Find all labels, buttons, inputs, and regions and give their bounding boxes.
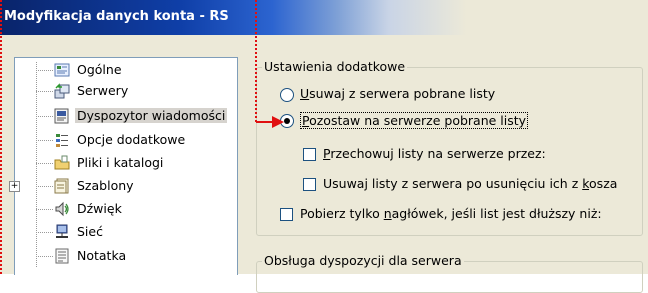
network-icon [56, 224, 68, 238]
note-icon [55, 248, 69, 264]
account-settings-window: Modyfikacja danych konta - RS Ogólne Ser… [0, 0, 648, 293]
category-tree[interactable]: Ogólne Serwery Dyspozytor wiadomości Opc… [9, 57, 238, 275]
tree-branch [36, 70, 53, 71]
tree-item-network[interactable]: Sieć [15, 222, 235, 242]
tree-branch [36, 91, 53, 92]
tree-branch [36, 232, 53, 233]
tree-branch [36, 256, 53, 257]
headers-only-checkbox[interactable] [280, 208, 293, 221]
delete-after-trash-label: Usuwaj listy z serwera po usunięciu ich … [323, 176, 618, 191]
annotation-line-left [0, 0, 2, 274]
tree-item-label: Dyspozytor wiadomości [75, 108, 228, 123]
tree-item-label: Serwery [77, 83, 129, 98]
title-bar[interactable]: Modyfikacja danych konta - RS [0, 0, 648, 35]
sound-icon [55, 201, 69, 217]
store-on-server-label: Przechowuj listy na serwerze przez: [323, 146, 546, 161]
additional-settings-title: Ustawienia dodatkowe [262, 59, 408, 74]
tree-item-dispatcher[interactable]: Dyspozytor wiadomości [15, 106, 235, 126]
tree-branch [36, 163, 53, 164]
tree-item-options[interactable]: Opcje dodatkowe [15, 130, 235, 150]
remove-from-server-label: Usuwaj z serwera pobrane listy [300, 86, 496, 101]
general-icon [54, 63, 70, 77]
store-on-server-checkbox[interactable] [303, 148, 316, 161]
tree-item-note[interactable]: Notatka [15, 246, 235, 266]
tree-item-label: Pliki i katalogi [77, 155, 164, 170]
radio-remove[interactable] [280, 88, 294, 102]
tree-item-sound[interactable]: Dźwięk [15, 199, 235, 219]
folder-icon [54, 155, 70, 170]
annotation-arrow-icon [256, 116, 284, 128]
options-icon [56, 134, 68, 147]
tree-item-files[interactable]: Pliki i katalogi [15, 153, 235, 173]
tree-item-label: Ogólne [77, 62, 122, 77]
templates-icon [54, 178, 69, 194]
tree-item-general[interactable]: Ogólne [15, 60, 235, 80]
tree-item-servers[interactable]: Serwery [15, 81, 235, 101]
tree-item-label: Notatka [77, 248, 127, 263]
annotation-line-vertical [255, 0, 257, 122]
headers-only-label: Pobierz tylko nagłówek, jeśli list jest … [300, 206, 602, 221]
expand-toggle[interactable]: + [9, 181, 20, 192]
dispatcher-icon [54, 108, 69, 124]
servers-icon [54, 83, 70, 99]
tree-item-label: Opcje dodatkowe [77, 132, 186, 147]
window-title: Modyfikacja danych konta - RS [4, 9, 229, 24]
server-disposition-title: Obsługa dyspozycji dla serwera [262, 253, 464, 268]
tree-branch [36, 186, 53, 187]
tree-item-label: Dźwięk [77, 201, 122, 216]
tree-branch [36, 209, 53, 210]
tree-item-label: Sieć [77, 224, 103, 239]
tree-branch [36, 140, 53, 141]
keep-on-server-label: Pozostaw na serwerze pobrane listy [300, 112, 529, 129]
tree-branch [36, 116, 53, 117]
tree-item-templates[interactable]: + Szablony [9, 176, 235, 196]
tree-item-label: Szablony [77, 178, 134, 193]
delete-after-trash-checkbox[interactable] [303, 178, 316, 191]
